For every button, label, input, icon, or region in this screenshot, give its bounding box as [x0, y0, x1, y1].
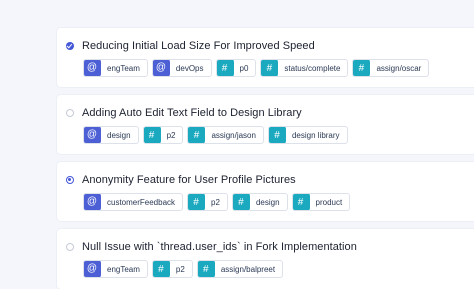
hash-icon: # — [152, 261, 170, 277]
task-title: Reducing Initial Load Size For Improved … — [82, 40, 315, 52]
at-icon: @ — [152, 60, 170, 76]
tag-chip[interactable]: # assign/jason — [187, 126, 264, 144]
tag-chip[interactable]: # p2 — [142, 126, 184, 144]
hash-icon: # — [188, 194, 206, 210]
task-title-row: Adding Auto Edit Text Field to Design Li… — [66, 105, 302, 121]
task-list: Reducing Initial Load Size For Improved … — [0, 0, 474, 289]
tag-label: assign/jason — [211, 130, 256, 140]
status-radio-icon[interactable] — [66, 243, 74, 251]
task-title-row: Reducing Initial Load Size For Improved … — [66, 38, 315, 54]
tag-chip[interactable]: # assign/balpreet — [196, 260, 284, 278]
tag-chip[interactable]: # assign/oscar — [352, 59, 430, 77]
status-radio-icon[interactable] — [66, 109, 74, 117]
task-title: Adding Auto Edit Text Field to Design Li… — [82, 107, 302, 119]
tag-list: @ customerFeedback # p2 # design # produ… — [83, 193, 354, 211]
tag-list: @ engTeam @ devOps # p0 # status/complet… — [83, 59, 433, 77]
tag-label: p2 — [175, 264, 185, 274]
tag-chip[interactable]: # product — [291, 193, 351, 211]
tag-label: design library — [291, 130, 340, 140]
tag-list: @ design # p2 # assign/jason # design li… — [83, 126, 352, 144]
in-progress-radio-icon[interactable] — [66, 176, 74, 184]
tag-label: status/complete — [284, 63, 341, 73]
tag-chip[interactable]: # p2 — [187, 193, 228, 211]
tag-chip[interactable]: @ devOps — [151, 59, 212, 77]
tag-label: assign/balpreet — [220, 264, 276, 274]
tag-label: customerFeedback — [107, 197, 176, 207]
task-card[interactable]: Anonymity Feature for User Profile Pictu… — [57, 162, 474, 221]
tag-label: design — [107, 130, 131, 140]
tag-chip[interactable]: # design — [231, 193, 288, 211]
hash-icon: # — [143, 127, 161, 143]
hash-icon: # — [292, 194, 310, 210]
tag-chip[interactable]: # p0 — [215, 59, 257, 77]
tag-label: engTeam — [107, 63, 140, 73]
tag-chip[interactable]: # design library — [267, 126, 348, 144]
tag-chip[interactable]: # p2 — [151, 260, 193, 278]
at-icon: @ — [83, 127, 101, 143]
task-card[interactable]: Null Issue with `thread.user_ids` in For… — [57, 229, 474, 289]
tag-list: @ engTeam # p2 # assign/balpreet — [83, 260, 287, 278]
tag-label: design — [255, 197, 280, 207]
tag-chip[interactable]: @ engTeam — [83, 59, 148, 77]
hash-icon: # — [268, 127, 286, 143]
hash-icon: # — [261, 60, 279, 76]
hash-icon: # — [216, 60, 234, 76]
hash-icon: # — [197, 261, 215, 277]
tag-label: devOps — [175, 63, 204, 73]
at-icon: @ — [84, 194, 101, 210]
tag-label: product — [315, 197, 343, 207]
tag-label: p0 — [239, 63, 249, 73]
at-icon: @ — [83, 261, 101, 277]
tag-chip[interactable]: @ engTeam — [83, 260, 148, 278]
tag-chip[interactable]: @ design — [83, 126, 139, 144]
hash-icon: # — [353, 60, 371, 76]
tag-label: p2 — [166, 130, 176, 140]
task-card[interactable]: Reducing Initial Load Size For Improved … — [57, 28, 474, 87]
hash-icon: # — [232, 194, 250, 210]
tag-label: engTeam — [107, 264, 140, 274]
task-title-row: Null Issue with `thread.user_ids` in For… — [66, 239, 357, 255]
task-title: Null Issue with `thread.user_ids` in For… — [82, 241, 357, 253]
tag-label: assign/oscar — [376, 63, 422, 73]
task-title-row: Anonymity Feature for User Profile Pictu… — [66, 172, 296, 188]
tag-chip[interactable]: # status/complete — [260, 59, 349, 77]
tag-chip[interactable]: @ customerFeedback — [83, 193, 184, 211]
task-title: Anonymity Feature for User Profile Pictu… — [82, 174, 296, 186]
hash-icon: # — [188, 127, 206, 143]
task-card[interactable]: Adding Auto Edit Text Field to Design Li… — [57, 95, 474, 154]
at-icon: @ — [83, 60, 101, 76]
tag-label: p2 — [211, 197, 220, 207]
completed-check-icon[interactable] — [66, 42, 74, 50]
